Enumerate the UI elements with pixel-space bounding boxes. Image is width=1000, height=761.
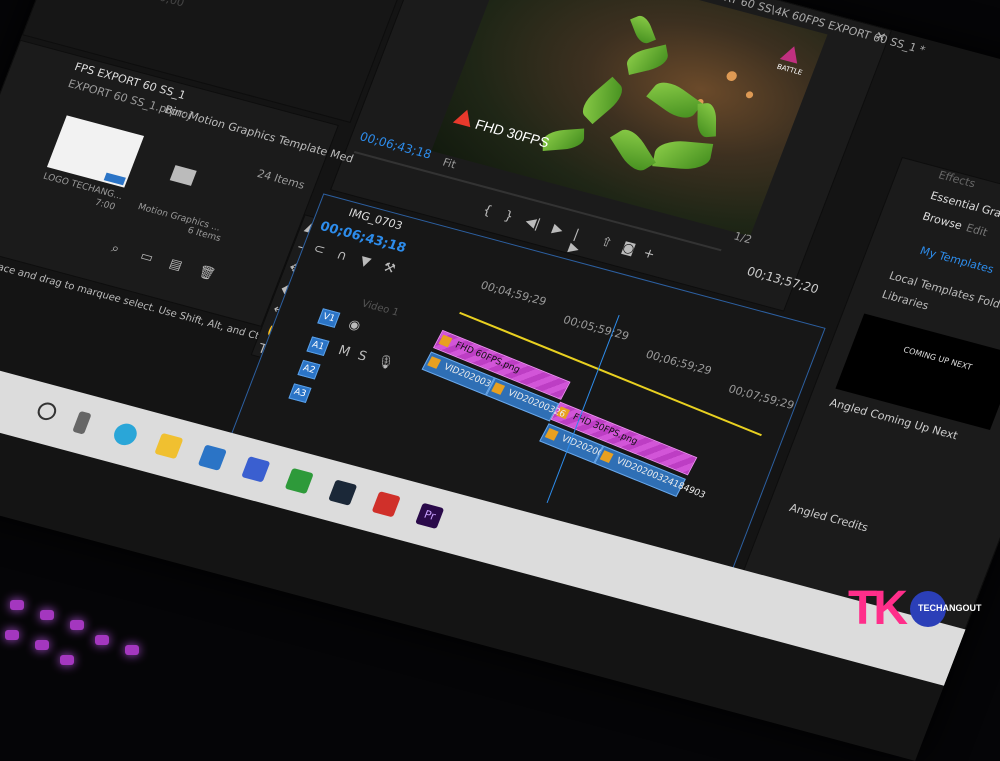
edge-icon[interactable] <box>110 421 140 448</box>
add-button-icon[interactable]: + <box>641 246 657 263</box>
mute-icon[interactable]: M <box>336 343 352 360</box>
step-forward-icon[interactable]: |▶ <box>566 227 586 257</box>
new-item-icon[interactable]: ▤ <box>167 256 184 273</box>
template-name-2[interactable]: Angled Credits <box>787 501 870 534</box>
xbox-icon[interactable] <box>284 467 314 495</box>
corner-logo-text: BATTLE <box>775 62 804 77</box>
watermark-logo: TK TECHANGOUT <box>848 585 983 645</box>
watermark-letters: TK <box>848 582 908 635</box>
mark-out-icon[interactable]: } <box>502 208 515 224</box>
store-icon[interactable] <box>197 444 227 471</box>
play-icon[interactable]: ▶ <box>550 221 565 238</box>
snap-icon[interactable]: ⊂ <box>311 241 327 258</box>
bin-name[interactable]: Motion Graphics ... <box>136 202 221 233</box>
video-overlay-text: FHD 30FPS <box>473 115 552 151</box>
lift-icon[interactable]: ⇧ <box>598 234 614 251</box>
track-target-v1[interactable]: V1 <box>317 308 341 328</box>
source-timecode: 00;00;00 <box>134 0 186 9</box>
wrench-icon[interactable]: ⚒ <box>381 260 398 277</box>
track-target-a2[interactable]: A2 <box>297 359 321 380</box>
libraries-checkbox[interactable]: Libraries <box>880 288 931 313</box>
add-marker-icon[interactable]: ▼ <box>358 254 373 271</box>
mic-icon[interactable]: 🎙 <box>375 354 396 372</box>
video-frame: FHD 30FPS BATTLE <box>431 0 828 237</box>
my-templates-link[interactable]: My Templates <box>918 244 996 276</box>
brand-triangle-icon <box>452 107 477 128</box>
corner-logo-icon <box>779 43 803 64</box>
ruler-tick-4: 00;07;59;29 <box>726 382 797 412</box>
ruler-tick-2: 00;05;59;29 <box>561 313 631 343</box>
folder-icon[interactable] <box>169 165 197 186</box>
app-icon[interactable] <box>241 456 271 483</box>
watermark-name: TECHANGOUT <box>918 603 982 613</box>
linked-selection-icon[interactable]: ∩ <box>334 248 349 265</box>
mark-in-icon[interactable]: { <box>481 203 494 219</box>
video-track-name: Video 1 <box>360 298 401 319</box>
effects-tab[interactable]: Effects <box>937 168 978 190</box>
track-target-a3[interactable]: A3 <box>288 383 312 403</box>
local-templates-checkbox[interactable]: Local Templates Folder <box>887 269 1000 314</box>
task-view-icon[interactable] <box>72 410 92 435</box>
fit-dropdown[interactable]: Fit <box>441 156 458 172</box>
sequence-duration: 00;13;57;20 <box>744 264 821 297</box>
trash-icon[interactable]: 🗑 <box>196 264 217 282</box>
solo-icon[interactable]: S <box>355 348 368 364</box>
eye-icon[interactable]: ◉ <box>346 317 362 334</box>
search-icon[interactable]: ⌕ <box>109 241 121 257</box>
steam-icon[interactable] <box>328 479 358 506</box>
browse-tab[interactable]: Browse <box>921 210 964 233</box>
item-count: 24 Items <box>255 167 307 192</box>
edit-tab[interactable]: Edit <box>964 221 989 239</box>
keyboard-backlight <box>0 560 180 670</box>
step-back-icon[interactable]: ◀| <box>523 214 542 232</box>
new-bin-icon[interactable]: ▭ <box>138 249 155 266</box>
search-circle-icon[interactable] <box>34 400 59 423</box>
ruler-tick-1: 00;04;59;29 <box>478 278 549 309</box>
ruler-tick-3: 00;06;59;29 <box>643 347 714 378</box>
timeline-tracks: FHD 60FPS.png FHD 30FPS.png VID20200329 … <box>421 329 744 501</box>
adobe-icon[interactable] <box>371 491 401 518</box>
premiere-pro-icon[interactable]: Pr <box>415 502 445 530</box>
file-explorer-icon[interactable] <box>154 432 184 460</box>
track-target-a1[interactable]: A1 <box>306 336 330 357</box>
export-frame-icon[interactable]: ◙ <box>620 240 638 257</box>
